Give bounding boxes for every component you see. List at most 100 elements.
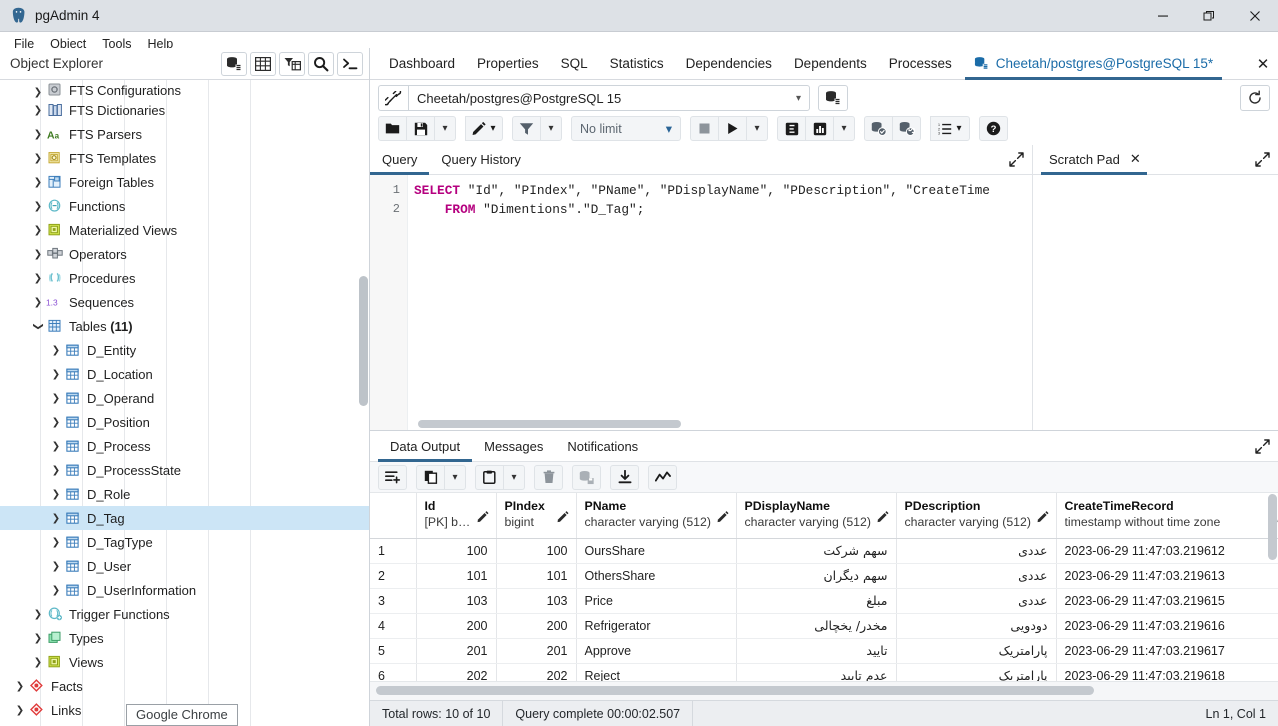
tree-item-d-entity[interactable]: ❯ D_Entity xyxy=(0,338,369,362)
expand-icon[interactable] xyxy=(1246,431,1278,461)
paste-dropdown-button[interactable]: ▾ xyxy=(503,464,525,490)
cell-createtimerecord[interactable]: 2023-06-29 11:47:03.219616 xyxy=(1056,613,1278,639)
chevron-right-icon[interactable]: ❯ xyxy=(30,105,46,116)
cell-pdescription[interactable]: عددی xyxy=(896,588,1057,614)
table-row[interactable]: 2 101 101 OthersShare سهم دیگران عددی 2023-06-… xyxy=(370,563,1278,589)
chevron-right-icon[interactable]: ❯ xyxy=(48,417,64,428)
chevron-right-icon[interactable]: ❯ xyxy=(30,657,46,668)
close-window-button[interactable] xyxy=(1232,0,1278,32)
table-row[interactable]: 1 100 100 OursShare سهم شرکت عددی 2023-06-29 1… xyxy=(370,538,1278,564)
chevron-right-icon[interactable]: ❯ xyxy=(48,513,64,524)
macros-button[interactable]: 1 2 3 ▾ xyxy=(930,116,970,141)
chevron-right-icon[interactable]: ❯ xyxy=(30,129,46,140)
tree-item-d-location[interactable]: ❯ D_Location xyxy=(0,362,369,386)
chevron-down-icon[interactable]: ❯ xyxy=(33,318,44,334)
search-icon[interactable] xyxy=(308,51,334,76)
grid-horizontal-scrollbar[interactable] xyxy=(370,681,1278,700)
cell-pindex[interactable]: 200 xyxy=(496,613,577,639)
connection-select[interactable]: Cheetah/postgres@PostgreSQL 15 ▾ xyxy=(408,85,810,111)
grid-icon[interactable] xyxy=(250,51,276,76)
chevron-right-icon[interactable]: ❯ xyxy=(30,87,46,98)
results-table-body[interactable]: 1 100 100 OursShare سهم شرکت عددی 2023-06-29 1… xyxy=(370,538,1278,681)
tab-query[interactable]: Query xyxy=(370,145,430,175)
cell-pdisplayname[interactable]: سهم دیگران xyxy=(736,563,897,589)
minimize-button[interactable] xyxy=(1140,0,1186,32)
graph-visualiser-button[interactable] xyxy=(648,464,677,490)
sql-code-text[interactable]: SELECT "Id", "PIndex", "PName", "PDispla… xyxy=(408,175,1032,430)
tab-sql[interactable]: SQL xyxy=(550,48,599,79)
maximize-restore-button[interactable] xyxy=(1186,0,1232,32)
tree-item-functions[interactable]: ❯ Functions xyxy=(0,194,369,218)
tab-query-history[interactable]: Query History xyxy=(429,145,532,174)
grid-vertical-scrollbar[interactable] xyxy=(1268,494,1277,560)
tree-item-sequences[interactable]: ❯ 1.3 Sequences xyxy=(0,290,369,314)
filter-button[interactable] xyxy=(512,116,541,141)
cell-pdisplayname[interactable]: مخدر/ یخچالی xyxy=(736,613,897,639)
tab-notifications[interactable]: Notifications xyxy=(555,431,650,461)
chevron-right-icon[interactable]: ❯ xyxy=(48,345,64,356)
pencil-icon[interactable] xyxy=(877,510,890,523)
chevron-right-icon[interactable]: ❯ xyxy=(30,249,46,260)
chevron-right-icon[interactable]: ❯ xyxy=(30,225,46,236)
tab-statistics[interactable]: Statistics xyxy=(599,48,675,79)
tree-item-views[interactable]: ❯ Views xyxy=(0,650,369,674)
rollback-button[interactable] xyxy=(892,116,921,141)
execute-button[interactable] xyxy=(718,116,747,141)
editor-horizontal-scrollbar[interactable] xyxy=(418,420,1030,428)
tree-item-d-userinformation[interactable]: ❯ D_UserInformation xyxy=(0,578,369,602)
tree-item-foreign-tables[interactable]: ❯ Foreign Tables xyxy=(0,170,369,194)
filter-table-icon[interactable] xyxy=(279,51,305,76)
save-file-button[interactable] xyxy=(406,116,435,141)
tab-processes[interactable]: Processes xyxy=(878,48,963,79)
pencil-icon[interactable] xyxy=(557,510,570,523)
cell-createtimerecord[interactable]: 2023-06-29 11:47:03.219617 xyxy=(1056,638,1278,664)
cell-pindex[interactable]: 101 xyxy=(496,563,577,589)
cell-id[interactable]: 200 xyxy=(416,613,497,639)
cell-pdescription[interactable]: دودویی xyxy=(896,613,1057,639)
explain-analyze-button[interactable] xyxy=(805,116,834,141)
cell-id[interactable]: 103 xyxy=(416,588,497,614)
tree-item-d-tag[interactable]: ❯ D_Tag xyxy=(0,506,369,530)
cell-id[interactable]: 201 xyxy=(416,638,497,664)
tree-item-d-tagtype[interactable]: ❯ D_TagType xyxy=(0,530,369,554)
cell-pindex[interactable]: 103 xyxy=(496,588,577,614)
pencil-icon[interactable] xyxy=(477,510,490,523)
cell-id[interactable]: 100 xyxy=(416,538,497,564)
cell-createtimerecord[interactable]: 2023-06-29 11:47:03.219615 xyxy=(1056,588,1278,614)
chevron-right-icon[interactable]: ❯ xyxy=(48,393,64,404)
cell-pdisplayname[interactable]: مبلغ xyxy=(736,588,897,614)
open-file-button[interactable] xyxy=(378,116,407,141)
table-row[interactable]: 5 201 201 Approve تایید پارامتریک 2023-06-29 1… xyxy=(370,638,1278,664)
column-header-pname[interactable]: PName character varying (512) xyxy=(576,493,737,539)
tree-item-fts-templates[interactable]: ❯ FTS Templates xyxy=(0,146,369,170)
tree-item-trigger-functions[interactable]: ❯ Trigger Functions xyxy=(0,602,369,626)
help-button[interactable]: ? xyxy=(979,116,1008,141)
tree-item-d-operand[interactable]: ❯ D_Operand xyxy=(0,386,369,410)
column-header-pdescription[interactable]: PDescription character varying (512) xyxy=(896,493,1057,539)
cell-pdescription[interactable]: عددی xyxy=(896,563,1057,589)
cell-pname[interactable]: Approve xyxy=(576,638,737,664)
tree-item-facts[interactable]: ❯ Facts xyxy=(0,674,369,698)
cell-pname[interactable]: Price xyxy=(576,588,737,614)
explain-button[interactable] xyxy=(777,116,806,141)
tree-item-d-process[interactable]: ❯ D_Process xyxy=(0,434,369,458)
expand-icon[interactable] xyxy=(1246,145,1278,174)
chevron-right-icon[interactable]: ❯ xyxy=(48,561,64,572)
chevron-right-icon[interactable]: ❯ xyxy=(12,681,28,692)
tree-item-d-user[interactable]: ❯ D_User xyxy=(0,554,369,578)
tab-scratch-pad[interactable]: Scratch Pad ✕ xyxy=(1041,145,1147,175)
save-data-changes-button[interactable] xyxy=(572,464,601,490)
filter-dropdown-button[interactable]: ▾ xyxy=(540,116,562,141)
cell-createtimerecord[interactable]: 2023-06-29 11:47:03.219612 xyxy=(1056,538,1278,564)
close-tab-button[interactable]: ✕ xyxy=(1248,48,1278,79)
pencil-icon[interactable] xyxy=(1037,510,1050,523)
tree-item-fts-parsers[interactable]: ❯ Aa FTS Parsers xyxy=(0,122,369,146)
tab-data-output[interactable]: Data Output xyxy=(378,431,473,462)
cell-pname[interactable]: Refrigerator xyxy=(576,613,737,639)
reset-icon[interactable] xyxy=(1240,85,1270,111)
tree-scrollbar[interactable] xyxy=(359,276,368,406)
cell-pindex[interactable]: 202 xyxy=(496,663,577,681)
table-row[interactable]: 4 200 200 Refrigerator مخدر/ یخچالی دودویی 202… xyxy=(370,613,1278,639)
edit-button[interactable]: ▾ xyxy=(465,116,503,141)
tree-item-tables-11[interactable]: ❯ Tables (11) xyxy=(0,314,369,338)
